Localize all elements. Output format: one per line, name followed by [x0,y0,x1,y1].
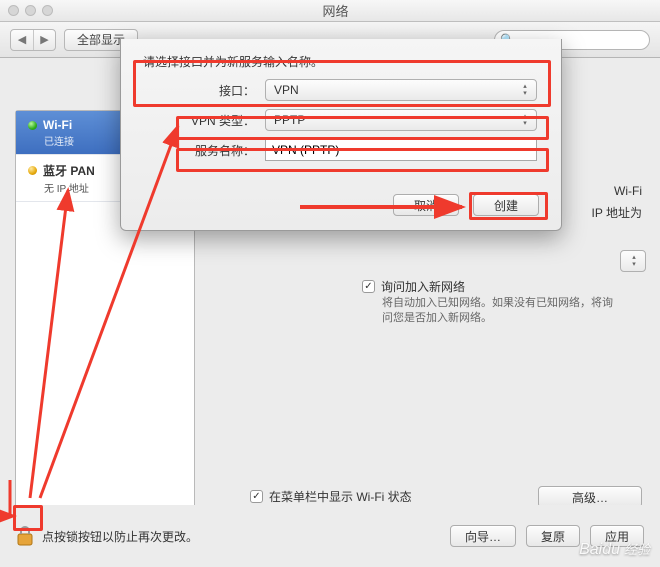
service-name-input[interactable] [265,139,537,161]
select-arrows-icon: ▴▾ [518,80,532,100]
sidebar-item-label: 蓝牙 PAN [43,162,95,179]
titlebar: 网络 [0,0,660,22]
traffic-light-zoom-icon[interactable] [42,5,53,16]
back-icon[interactable]: ◀ [11,30,33,50]
status-wifi-label: Wi-Fi [614,184,642,198]
create-button[interactable]: 创建 [473,194,539,216]
lock-text: 点按锁按钮以防止再次更改。 [42,528,198,545]
cancel-button[interactable]: 取消 [393,194,459,216]
menubar-checkbox-row: ✓ 在菜单栏中显示 Wi-Fi 状态 [250,488,412,505]
watermark: Baidu 经验 [579,539,650,559]
forward-icon[interactable]: ▶ [33,30,55,50]
preferences-window: 网络 ◀ ▶ 全部显示 🔍 Wi-Fi 已连接 [0,0,660,567]
revert-button[interactable]: 复原 [526,525,580,547]
status-dot-noaddr-icon [28,166,37,175]
assistant-button[interactable]: 向导… [450,525,516,547]
lock-icon[interactable] [16,525,34,547]
vpn-type-label: VPN 类型： [173,112,265,129]
window-title: 网络 [59,1,612,20]
traffic-light-close-icon[interactable] [8,5,19,16]
traffic-light-minimize-icon[interactable] [25,5,36,16]
interface-label: 接口： [173,82,265,99]
lock-row: 点按锁按钮以防止再次更改。 [16,525,198,547]
ask-join-checkbox[interactable]: ✓ [362,280,375,293]
sheet-prompt: 请选择接口并为新服务输入名称。 [143,53,323,70]
sidebar-item-label: Wi-Fi [43,118,72,132]
service-name-label: 服务名称： [173,142,265,159]
vpn-type-value: PPTP [274,113,305,127]
ask-join-checkbox-row: ✓ 询问加入新网络 [362,278,465,295]
network-name-select[interactable]: ▴▾ [620,250,646,272]
new-service-sheet: 请选择接口并为新服务输入名称。 接口： VPN ▴▾ VPN 类型： PPTP … [120,39,562,231]
nav-back-forward[interactable]: ◀ ▶ [10,29,56,51]
vpn-type-select[interactable]: PPTP ▴▾ [265,109,537,131]
interface-select[interactable]: VPN ▴▾ [265,79,537,101]
watermark-sub: 经验 [624,539,650,558]
select-arrows-icon: ▴▾ [518,110,532,130]
menubar-label: 在菜单栏中显示 Wi-Fi 状态 [269,488,412,505]
watermark-brand: Baidu [579,541,620,559]
ask-join-help: 将自动加入已知网络。如果没有已知网络，将询问您是否加入新网络。 [382,296,622,326]
status-ip-note: IP 地址为 [592,204,642,221]
ask-join-label: 询问加入新网络 [381,278,465,295]
show-menubar-checkbox[interactable]: ✓ [250,490,263,503]
interface-value: VPN [274,83,299,97]
status-dot-connected-icon [28,121,37,130]
bottom-bar: 点按锁按钮以防止再次更改。 向导… 复原 应用 [0,505,660,567]
select-arrows-icon: ▴▾ [627,251,641,271]
